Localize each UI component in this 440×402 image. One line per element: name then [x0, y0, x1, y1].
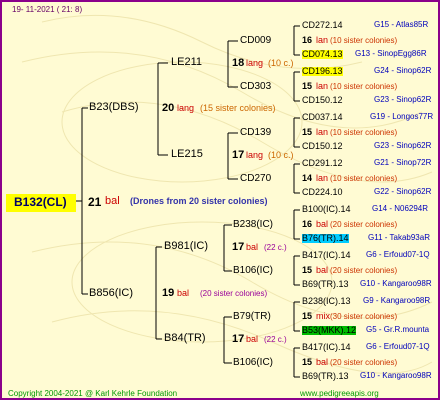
ff-number: 17 [232, 333, 245, 345]
leaf-info: G10 - Kangaroo98R [360, 371, 432, 380]
leaf-sisters: (20 sister colonies) [330, 220, 398, 229]
leaf-number: 15 [302, 357, 313, 367]
mmm-queen[interactable]: CD009 [240, 36, 271, 46]
root-code: bal [105, 195, 120, 207]
leaf-queen[interactable]: CD224.10 [302, 188, 343, 197]
date-stamp: 19- 11-2021 ( 21: 8) [12, 5, 83, 14]
father-code: bal [177, 288, 190, 298]
leaf-queen[interactable]: B417(IC).14 [302, 343, 351, 352]
leaf-info: G9 - Kangaroo98R [363, 296, 431, 305]
leaf-info: G21 - Sinop72R [374, 158, 432, 167]
mf-code: lang [246, 150, 264, 160]
fm-sisters: (22 c.) [264, 243, 287, 252]
leaf-sisters: (20 sister colonies) [330, 358, 398, 367]
father-sisters: (20 sister colonies) [200, 289, 268, 298]
fmm-queen[interactable]: B238(IC) [233, 220, 273, 230]
leaf-info: G23 - Sinop62R [374, 95, 432, 104]
leaf-queen[interactable]: B69(TR).13 [302, 372, 349, 381]
leaf-queen[interactable]: CD196.13 [302, 67, 343, 76]
ff-sisters: (22 c.) [264, 335, 287, 344]
leaf-code: bal [316, 265, 329, 275]
leaf-queen[interactable]: CD037.14 [302, 113, 343, 122]
leaf-code: bal [316, 219, 329, 229]
leaf-number: 15 [302, 127, 313, 137]
leaf-queen[interactable]: CD074.13 [302, 50, 343, 59]
mm-number: 18 [232, 57, 245, 69]
copyright-text: Copyright 2004-2021 @ Karl Kehrle Founda… [8, 389, 178, 398]
leaf-queen[interactable]: B238(IC).13 [302, 297, 351, 306]
leaf-info: G24 - Sinop62R [374, 66, 432, 75]
father-number: 19 [162, 287, 175, 299]
ff-code: bal [246, 334, 259, 344]
mm-queen[interactable]: LE211 [171, 57, 202, 68]
mf-sisters: (10 c.) [268, 150, 294, 160]
leaf-code: lan [316, 127, 329, 137]
leaf-sisters: (10 sister colonies) [330, 36, 398, 45]
fm-code: bal [246, 242, 259, 252]
leaf-info: G6 - Erfoud07-1Q [366, 250, 430, 259]
ff-queen[interactable]: B84(TR) [164, 333, 206, 344]
leaf-info: G22 - Sinop62R [374, 187, 432, 196]
fmf-queen[interactable]: B106(IC) [233, 266, 273, 276]
mmf-queen[interactable]: CD303 [240, 82, 271, 92]
leaf-info: G5 - Gr.R.mounta [366, 325, 430, 334]
leaf-queen[interactable]: CD272.14 [302, 21, 343, 30]
website-link[interactable]: www.pedigreeapis.org [300, 390, 379, 398]
leaf-info: G6 - Erfoud07-1Q [366, 342, 430, 351]
mother-queen[interactable]: B23(DBS) [89, 102, 139, 113]
mf-number: 17 [232, 149, 245, 161]
mother-number: 20 [162, 102, 175, 114]
leaf-info: G10 - Kangaroo98R [360, 279, 432, 288]
mfm-queen[interactable]: CD139 [240, 128, 271, 138]
fm-number: 17 [232, 241, 245, 253]
leaf-number: 16 [302, 219, 313, 229]
leaf-number: 15 [302, 265, 313, 275]
leaf-sisters: (30 sister colonies) [330, 312, 398, 321]
mm-sisters: (10 c.) [268, 58, 294, 68]
leaf-number: 15 [302, 81, 313, 91]
leaf-queen[interactable]: B53(MKK).12 [302, 326, 357, 335]
leaf-queen[interactable]: CD291.12 [302, 159, 343, 168]
mm-code: lang [246, 58, 264, 68]
mother-sisters: (15 sister colonies) [200, 103, 276, 113]
root-drone-note: (Drones from 20 sister colonies) [130, 196, 268, 206]
leaf-sisters: (10 sister colonies) [330, 82, 398, 91]
leaf-info: G14 - N06294R [372, 204, 429, 213]
leaf-queen[interactable]: B417(IC).14 [302, 251, 351, 260]
ffm-queen[interactable]: B79(TR) [233, 312, 271, 322]
mff-queen[interactable]: CD270 [240, 174, 271, 184]
leaf-queen[interactable]: B76(TR).14 [302, 234, 349, 243]
mother-code: lang [177, 103, 195, 113]
fm-queen[interactable]: B981(IC) [164, 241, 208, 252]
pedigree-frame: { "date": "19- 11-2021 ( 21: 8)", "foote… [0, 0, 440, 400]
leaf-code: mix [316, 311, 330, 321]
father-queen[interactable]: B856(IC) [89, 288, 133, 299]
fff-queen[interactable]: B106(IC) [233, 358, 273, 368]
leaf-info: G15 - Atlas85R [374, 20, 429, 29]
leaf-queen[interactable]: B100(IC).14 [302, 205, 351, 214]
leaf-queen[interactable]: B69(TR).13 [302, 280, 349, 289]
leaf-code: bal [316, 357, 329, 367]
leaf-queen[interactable]: CD150.12 [302, 96, 343, 105]
leaf-info: G13 - SinopEgg86R [355, 49, 427, 58]
leaf-number: 14 [302, 173, 313, 183]
leaf-info: G23 - Sinop62R [374, 141, 432, 150]
leaf-info: G19 - Longos77R [370, 112, 434, 121]
mf-queen[interactable]: LE215 [171, 149, 203, 160]
leaf-info: G11 - Takab93aR [368, 233, 430, 242]
leaf-code: lan [316, 173, 329, 183]
root-queen[interactable]: B132(CL) [6, 194, 76, 212]
leaf-sisters: (10 sister colonies) [330, 174, 398, 183]
leaf-code: lan [316, 81, 329, 91]
root-number: 21 [88, 195, 102, 209]
leaf-number: 15 [302, 311, 313, 321]
leaf-sisters: (20 sister colonies) [330, 266, 398, 275]
leaf-sisters: (10 sister colonies) [330, 128, 398, 137]
leaf-code: lan [316, 35, 329, 45]
leaf-number: 16 [302, 35, 313, 45]
leaf-queen[interactable]: CD150.12 [302, 142, 343, 151]
